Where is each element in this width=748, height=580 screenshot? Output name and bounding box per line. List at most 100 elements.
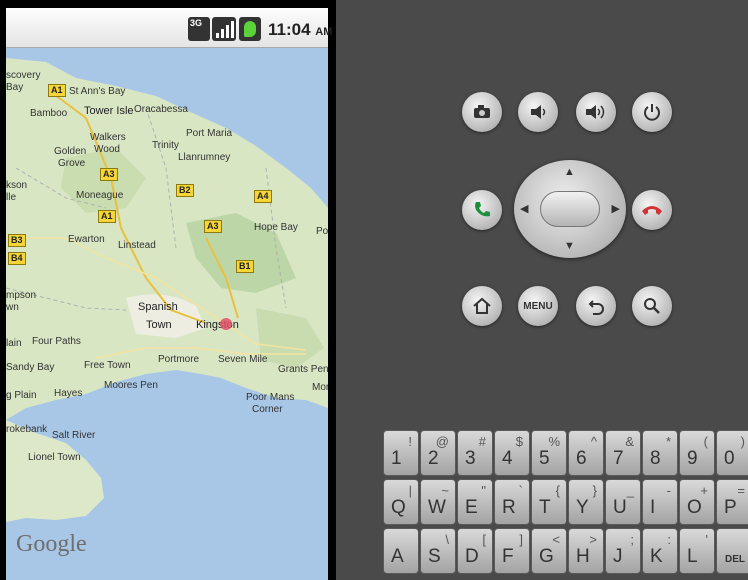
key-t[interactable]: T{ [531,479,567,525]
dpad-down-icon[interactable]: ▼ [564,240,575,252]
key-4[interactable]: 4 $ [494,430,530,476]
map-terrain [6,58,328,580]
end-call-button[interactable] [632,190,672,230]
map-place-label: Port Maria [186,128,233,139]
key-label: 6 [576,448,587,469]
dpad-left-icon[interactable]: ◀ [520,202,528,215]
key-6[interactable]: 6 ^ [568,430,604,476]
map-place-label: g Plain [6,390,37,401]
map-place-label: rokebank [6,424,48,435]
volume-down-icon [531,105,546,119]
map-place-label: Oracabessa [134,104,188,115]
power-button[interactable] [632,92,672,132]
power-icon [644,104,660,121]
map-place-label: Seven Mile [218,354,268,365]
map-place-label: Grants Pen [278,364,328,375]
key-alt-label: @ [435,434,449,449]
home-button[interactable] [462,286,502,326]
dpad-right-icon[interactable]: ▶ [612,202,620,215]
key-alt-label: & [625,434,634,449]
volume-down-button[interactable] [518,92,558,132]
map-road-shield: A1 [48,84,66,97]
volume-up-icon [586,105,605,119]
key-i[interactable]: I- [642,479,678,525]
key-0[interactable]: 0) [716,430,748,476]
key-alt-label: $ [515,434,523,449]
phone-screen: 3G 11:04 AM scovery Bay St Ann's Bay Bam… [0,0,336,580]
network-type-label: 3G [190,18,203,28]
key-e[interactable]: E " [457,479,493,525]
key-o[interactable]: O + [679,479,715,525]
back-button[interactable] [576,286,616,326]
map-road-shield: B4 [8,252,26,265]
key-label: 0 [724,448,735,469]
key-del[interactable]: DEL [716,528,748,574]
key-label: K [650,546,663,567]
key-label: 3 [465,448,476,469]
key-l[interactable]: L ' [679,528,715,574]
key-label: 1 [391,448,402,469]
key-label: G [539,546,554,567]
key-w[interactable]: W ~ [420,479,456,525]
menu-label: MENU [523,300,553,312]
map-place-label: Lionel Town [28,452,81,463]
key-label: P [724,497,737,518]
key-f[interactable]: F] [494,528,530,574]
map-place-label: Bay [6,82,24,93]
key-s[interactable]: S \ [420,528,456,574]
key-k[interactable]: K: [642,528,678,574]
key-2[interactable]: 2 @ [420,430,456,476]
search-button[interactable] [632,286,672,326]
key-u[interactable]: U _ [605,479,641,525]
key-label: E [465,497,478,518]
camera-button[interactable] [462,92,502,132]
clock-time: 11:04 [268,20,311,39]
status-clock: 11:04 AM [268,20,332,40]
hardware-keyboard: 1! 2 @3 #4 $5% 6 ^ 7 & 8 * 9(0) Q | W ~ E " R ` T{Y} U _ I - O + P =… [383,430,748,580]
key-8[interactable]: 8 * [642,430,678,476]
key-j[interactable]: J; [605,528,641,574]
map-place-label: Tower Isle [84,105,134,117]
map-road-shield: A4 [254,190,272,203]
key-r[interactable]: R ` [494,479,530,525]
home-icon [473,297,491,314]
key-a[interactable]: A [383,528,419,574]
key-label: F [502,546,514,567]
key-g[interactable]: G < [531,528,567,574]
location-marker[interactable] [220,318,232,330]
dpad-up-icon[interactable]: ▲ [564,166,575,178]
key-label: H [576,546,590,567]
key-alt-label: # [478,434,486,449]
key-h[interactable]: H > [568,528,604,574]
map-place-label: Ewarton [68,234,105,245]
key-alt-label: - [666,483,671,498]
key-y[interactable]: Y} [568,479,604,525]
key-9[interactable]: 9( [679,430,715,476]
map-place-label: Golden [54,146,87,157]
map-view[interactable]: scovery Bay St Ann's Bay Bamboo Tower Is… [6,48,328,580]
key-5[interactable]: 5% [531,430,567,476]
map-place-label: Wood [94,144,120,155]
key-1[interactable]: 1! [383,430,419,476]
key-label: R [502,497,516,518]
key-q[interactable]: Q | [383,479,419,525]
map-place-label: mpson [6,290,37,301]
key-p[interactable]: P = [716,479,748,525]
key-alt-label: * [665,434,671,449]
map-place-label: Spanish [138,301,178,313]
volume-up-button[interactable] [576,92,616,132]
map-place-label: Four Paths [32,336,81,347]
key-alt-label: ( [703,434,708,449]
key-alt-label: ; [630,532,634,547]
dpad[interactable]: ▲ ▼ ◀ ▶ [514,160,626,258]
key-7[interactable]: 7 & [605,430,641,476]
menu-button[interactable]: MENU [518,286,558,326]
map-road-shield: B1 [236,260,254,273]
key-d[interactable]: D[ [457,528,493,574]
key-label: U [613,497,627,518]
key-alt-label: ~ [441,483,449,498]
key-3[interactable]: 3 # [457,430,493,476]
call-button[interactable] [462,190,502,230]
dpad-center-button[interactable] [540,191,600,227]
map-road-shield: A3 [204,220,222,233]
